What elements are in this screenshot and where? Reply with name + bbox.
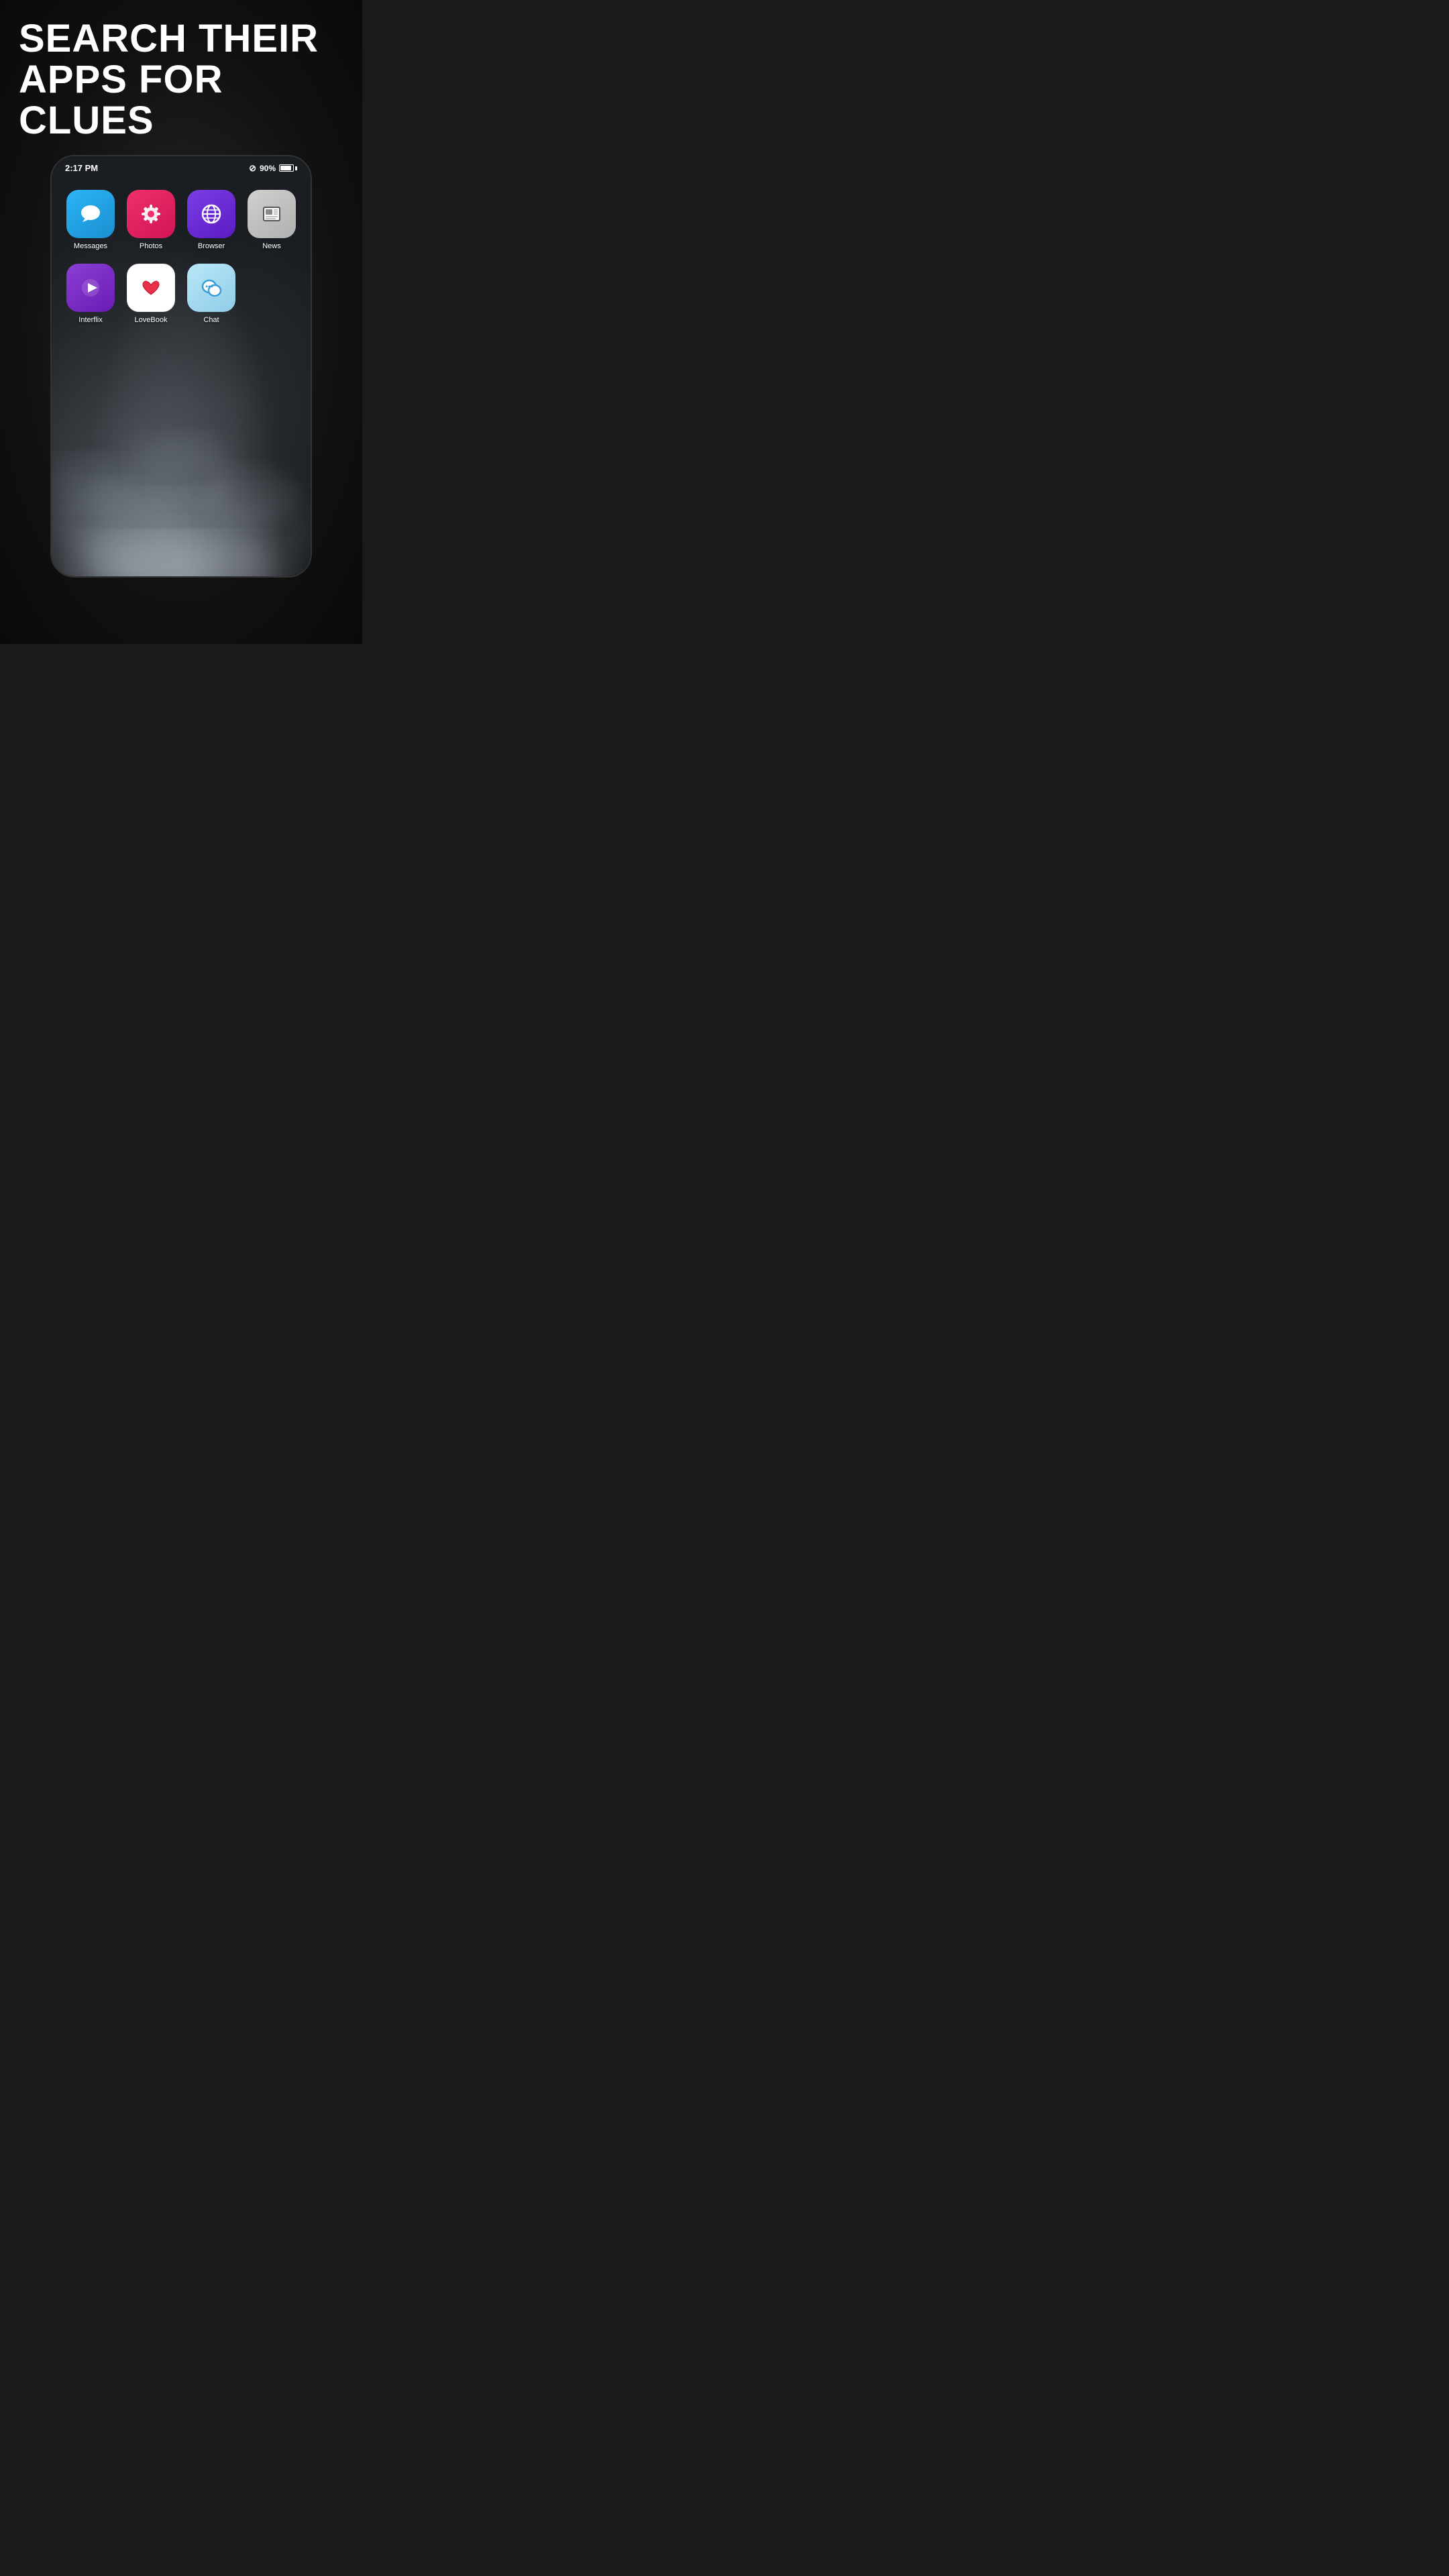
status-bar: 2:17 PM ⊘ 90% [52,156,311,178]
photos-label: Photos [140,242,162,250]
lovebook-label: LoveBook [135,316,168,324]
app-chat[interactable]: Chat [187,264,235,324]
no-disturb-icon: ⊘ [249,163,256,174]
chat-label: Chat [203,316,219,324]
browser-label: Browser [198,242,225,250]
lovebook-icon [127,264,175,312]
smoke-area [52,335,311,576]
browser-icon [187,190,235,238]
interflix-label: Interflix [78,316,102,324]
battery-icon [279,164,297,172]
news-label: News [262,242,281,250]
headline-line2: APPS FOR CLUES [19,60,343,142]
messages-label: Messages [74,242,107,250]
interflix-icon [66,264,115,312]
app-lovebook[interactable]: LoveBook [127,264,175,324]
app-grid-row2: Interflix LoveBook Chat [52,264,311,335]
app-news[interactable]: News [248,190,296,250]
chat-icon [187,264,235,312]
headline-line1: SEARCH THEIR [19,19,343,60]
status-right: ⊘ 90% [249,163,297,174]
app-interflix[interactable]: Interflix [66,264,115,324]
app-grid-row1: Messages Photos [52,178,311,264]
empty-slot [248,264,296,324]
photos-icon [127,190,175,238]
messages-icon [66,190,115,238]
battery-percent: 90% [260,164,276,173]
headline: SEARCH THEIR APPS FOR CLUES [0,0,362,155]
app-messages[interactable]: Messages [66,190,115,250]
phone-frame: 2:17 PM ⊘ 90% Messages [50,155,312,578]
app-photos[interactable]: Photos [127,190,175,250]
status-time: 2:17 PM [65,163,98,173]
news-icon [248,190,296,238]
app-browser[interactable]: Browser [187,190,235,250]
